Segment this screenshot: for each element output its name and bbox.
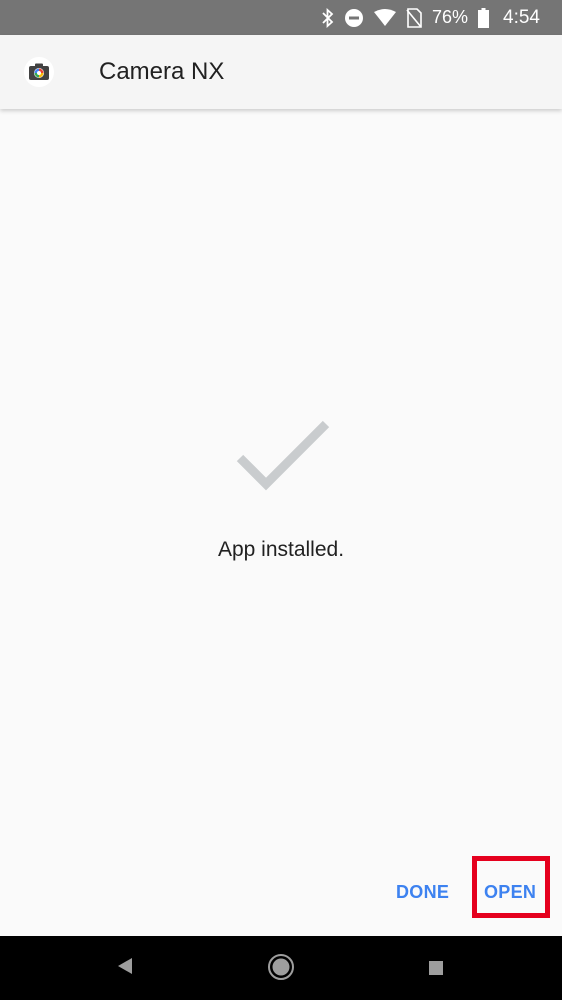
battery-icon bbox=[478, 7, 490, 28]
bluetooth-icon bbox=[322, 7, 334, 28]
back-icon[interactable] bbox=[116, 956, 134, 976]
battery-percent: 76% bbox=[431, 7, 469, 27]
clock: 4:54 bbox=[503, 6, 540, 28]
camera-app-icon bbox=[24, 57, 54, 87]
done-button[interactable]: DONE bbox=[396, 882, 449, 903]
wifi-icon bbox=[373, 8, 396, 27]
open-button-highlight bbox=[472, 856, 550, 918]
recents-icon[interactable] bbox=[428, 960, 444, 976]
home-icon[interactable] bbox=[267, 953, 295, 981]
do-not-disturb-icon bbox=[344, 8, 364, 28]
app-title: Camera NX bbox=[99, 58, 225, 85]
checkmark-icon bbox=[236, 420, 330, 492]
install-status-message: App installed. bbox=[217, 538, 345, 561]
app-bar: Camera NX bbox=[0, 35, 562, 109]
no-sim-icon bbox=[406, 7, 422, 28]
status-bar: 76% 4:54 bbox=[0, 0, 562, 35]
navigation-bar bbox=[0, 936, 562, 1000]
